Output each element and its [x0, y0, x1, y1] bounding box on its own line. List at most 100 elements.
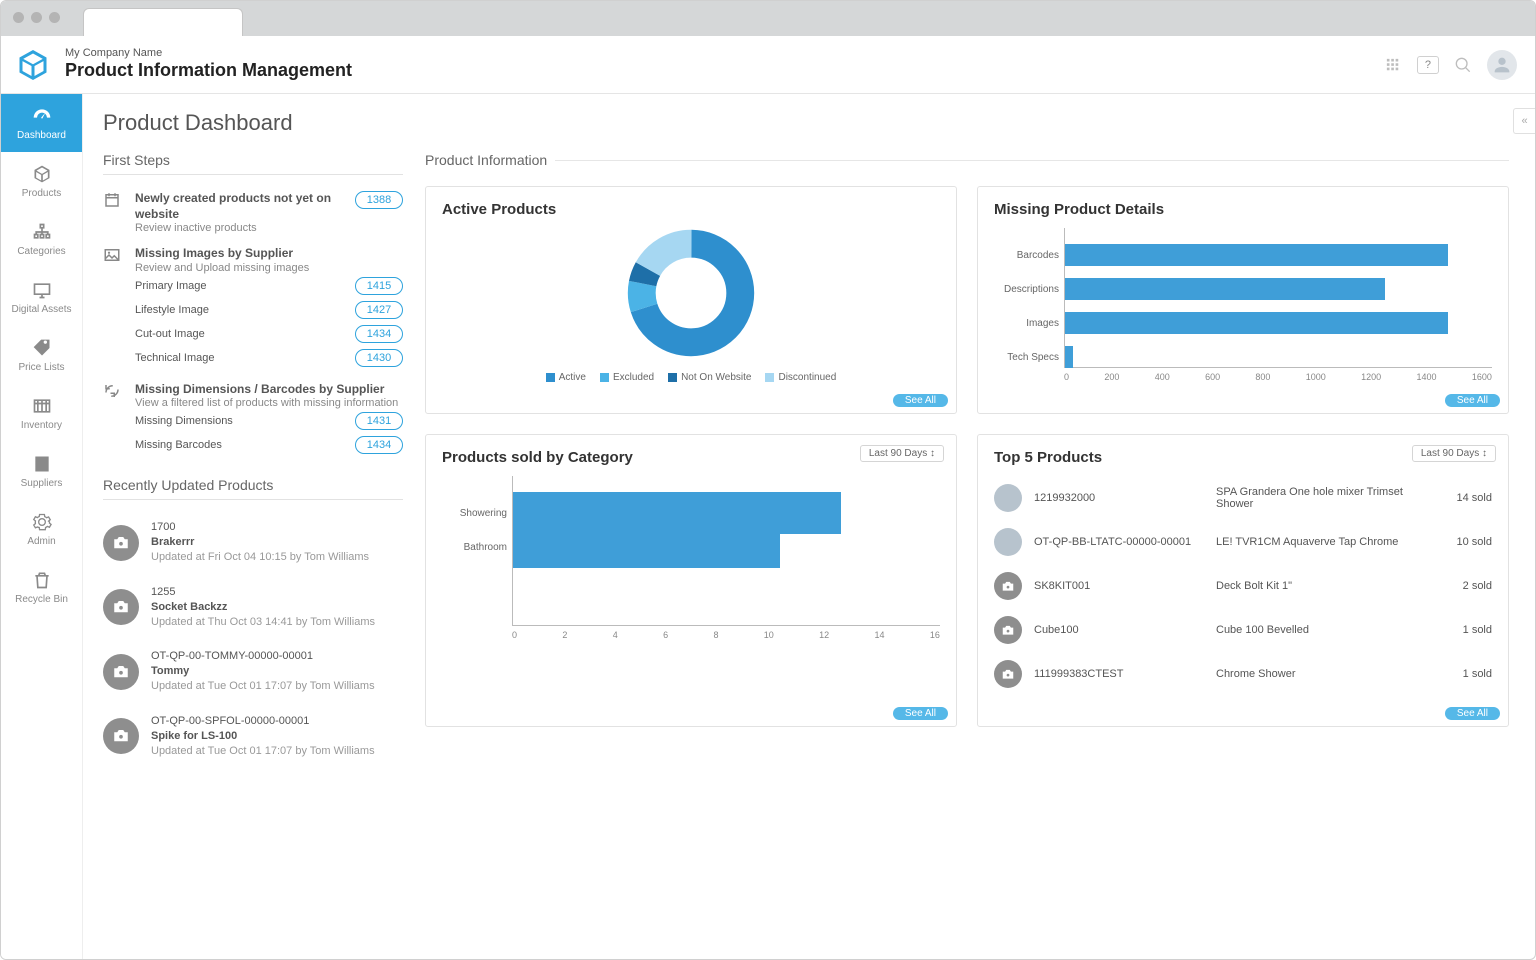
camera-icon: [994, 572, 1022, 600]
sidebar-item-label: Dashboard: [17, 130, 66, 141]
sidebar-item-digital-assets[interactable]: Digital Assets: [1, 268, 82, 326]
top5-row[interactable]: SK8KIT001Deck Bolt Kit 1"2 sold: [994, 564, 1492, 608]
sidebar-item-label: Price Lists: [18, 362, 64, 373]
apps-grid-icon[interactable]: [1385, 57, 1401, 73]
window-close-dot[interactable]: [13, 12, 24, 23]
image-icon: [103, 246, 125, 370]
count-badge[interactable]: 1427: [355, 301, 403, 319]
first-steps-heading: First Steps: [103, 152, 403, 168]
card-sold-by-category: Products sold by Category Last 90 Days S…: [425, 434, 957, 727]
fs-subrow[interactable]: Missing Dimensions1431: [135, 409, 403, 433]
sidebar-item-recycle-bin[interactable]: Recycle Bin: [1, 558, 82, 616]
sidebar-item-label: Products: [22, 188, 61, 199]
fs-title: Missing Images by Supplier: [135, 246, 403, 262]
card-title: Missing Product Details: [994, 201, 1492, 218]
camera-icon: [103, 718, 139, 754]
count-badge[interactable]: 1415: [355, 277, 403, 295]
page-title: Product Dashboard: [103, 110, 1509, 136]
product-code: 1255: [151, 585, 375, 600]
sidebar-item-admin[interactable]: Admin: [1, 500, 82, 558]
product-meta: Updated at Tue Oct 01 17:07 by Tom Willi…: [151, 744, 375, 759]
count-badge[interactable]: 1431: [355, 412, 403, 430]
card-missing-details: Missing Product Details BarcodesDescript…: [977, 186, 1509, 414]
camera-icon: [103, 589, 139, 625]
product-meta: Updated at Fri Oct 04 10:15 by Tom Willi…: [151, 550, 369, 565]
product-name: Chrome Shower: [1216, 668, 1425, 680]
product-thumb: [994, 484, 1022, 512]
fs-subrow[interactable]: Technical Image1430: [135, 346, 403, 370]
count-badge[interactable]: 1434: [355, 436, 403, 454]
product-name: Tommy: [151, 664, 375, 679]
legend-item: Active: [546, 372, 586, 383]
search-icon[interactable]: [1455, 57, 1471, 73]
browser-tab[interactable]: [83, 8, 243, 36]
top5-row[interactable]: 1219932000SPA Grandera One hole mixer Tr…: [994, 476, 1492, 520]
legend-item: Excluded: [600, 372, 654, 383]
bar-label: Descriptions: [989, 284, 1059, 295]
product-name: Socket Backzz: [151, 600, 375, 615]
first-step-new-products[interactable]: Newly created products not yet on websit…: [103, 185, 403, 240]
fs-subrow[interactable]: Cut-out Image 1434: [135, 322, 403, 346]
product-name: Spike for LS-100: [151, 729, 375, 744]
top5-row[interactable]: Cube100Cube 100 Bevelled1 sold: [994, 608, 1492, 652]
sidebar-item-suppliers[interactable]: Suppliers: [1, 442, 82, 500]
user-avatar[interactable]: [1487, 50, 1517, 80]
recent-product-item[interactable]: 1255Socket BackzzUpdated at Thu Oct 03 1…: [103, 575, 403, 640]
recent-product-item[interactable]: 1700BrakerrrUpdated at Fri Oct 04 10:15 …: [103, 510, 403, 575]
product-code: OT-QP-00-TOMMY-00000-00001: [151, 649, 375, 664]
range-select[interactable]: Last 90 Days: [860, 445, 944, 462]
top5-row[interactable]: OT-QP-BB-LTATC-00000-00001LE! TVR1CM Aqu…: [994, 520, 1492, 564]
sold-by-category-bar-chart: ShoweringBathroom 0246810121416: [442, 476, 940, 640]
fs-title: Missing Dimensions / Barcodes by Supplie…: [135, 382, 403, 398]
fs-subrow-label: Lifestyle Image: [135, 304, 209, 316]
bar: [513, 526, 780, 568]
product-name: Deck Bolt Kit 1": [1216, 580, 1425, 592]
see-all-button[interactable]: See All: [1445, 707, 1500, 720]
product-meta: Updated at Tue Oct 01 17:07 by Tom Willi…: [151, 679, 375, 694]
window-max-dot[interactable]: [49, 12, 60, 23]
sidebar-item-label: Categories: [17, 246, 65, 257]
axis-tick: 8: [713, 630, 718, 640]
see-all-button[interactable]: See All: [893, 394, 948, 407]
count-badge[interactable]: 1388: [355, 191, 403, 209]
product-meta: Updated at Thu Oct 03 14:41 by Tom Willi…: [151, 615, 375, 630]
fs-subrow[interactable]: Missing Barcodes1434: [135, 433, 403, 457]
recent-heading: Recently Updated Products: [103, 477, 403, 493]
window-min-dot[interactable]: [31, 12, 42, 23]
count-badge[interactable]: 1434: [355, 325, 403, 343]
card-active-products: Active Products ActiveExcludedNot On Web…: [425, 186, 957, 414]
chart-legend: ActiveExcludedNot On WebsiteDiscontinued: [546, 372, 837, 383]
fs-subrow-label: Cut-out Image: [135, 328, 205, 340]
fs-subrow[interactable]: Primary Image 1415: [135, 274, 403, 298]
recent-product-item[interactable]: OT-QP-00-TOMMY-00000-00001TommyUpdated a…: [103, 639, 403, 704]
sidebar-item-dashboard[interactable]: Dashboard: [1, 94, 82, 152]
see-all-button[interactable]: See All: [1445, 394, 1500, 407]
range-select[interactable]: Last 90 Days: [1412, 445, 1496, 462]
product-code: OT-QP-00-SPFOL-00000-00001: [151, 714, 375, 729]
sidebar-item-products[interactable]: Products: [1, 152, 82, 210]
bar: [1065, 278, 1385, 300]
recent-product-item[interactable]: OT-QP-00-SPFOL-00000-00001Spike for LS-1…: [103, 704, 403, 769]
count-badge[interactable]: 1430: [355, 349, 403, 367]
app-name: Product Information Management: [65, 60, 352, 82]
sidebar-item-label: Admin: [27, 536, 55, 547]
axis-tick: 1000: [1306, 372, 1326, 382]
product-sku: 111999383CTEST: [1034, 668, 1204, 680]
browser-chrome: [1, 1, 1535, 36]
help-button[interactable]: ?: [1417, 56, 1439, 74]
sidebar-item-categories[interactable]: Categories: [1, 210, 82, 268]
top5-row[interactable]: 111999383CTESTChrome Shower1 sold: [994, 652, 1492, 696]
bar: [1065, 244, 1448, 266]
axis-tick: 0: [512, 630, 517, 640]
card-title: Active Products: [442, 201, 940, 218]
sidebar-item-inventory[interactable]: Inventory: [1, 384, 82, 442]
see-all-button[interactable]: See All: [893, 707, 948, 720]
camera-icon: [103, 654, 139, 690]
fs-subrow[interactable]: Lifestyle Image 1427: [135, 298, 403, 322]
sidebar-item-price-lists[interactable]: Price Lists: [1, 326, 82, 384]
axis-tick: 1600: [1472, 372, 1492, 382]
fs-subrow-label: Primary Image: [135, 280, 207, 292]
collapse-panel-button[interactable]: «: [1513, 108, 1535, 134]
bar-label: Images: [989, 318, 1059, 329]
axis-tick: 600: [1205, 372, 1220, 382]
